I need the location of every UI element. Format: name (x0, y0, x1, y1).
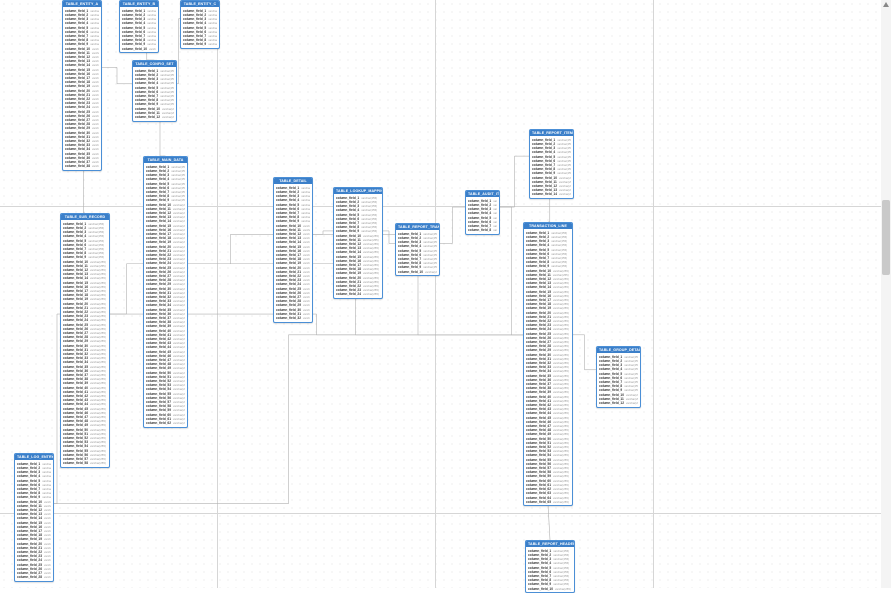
column-name: column_field_58 (63, 461, 88, 465)
scroll-up-icon[interactable] (883, 2, 889, 7)
entity-column: column_field_10varchar(255) (122, 47, 156, 51)
column-type: varchar(255) (303, 316, 310, 320)
scrollbar-thumb[interactable] (882, 200, 890, 275)
entity-column: column_field_32varchar(255) (276, 316, 310, 320)
column-type: varchar(255) (90, 461, 106, 465)
entity-column: column_field_65varchar(255) (526, 500, 570, 504)
entity-e14[interactable]: TABLE_GROUP_DETAILcolumn_field_1varchar(… (596, 346, 641, 408)
entity-column: column_field_28varchar(255) (17, 575, 51, 579)
column-type: varchar(255) (363, 292, 379, 296)
entity-columns: column_field_1varchar(255)column_field_2… (144, 163, 187, 427)
column-type: varchar(255) (626, 401, 638, 405)
column-name: column_field_10 (122, 47, 147, 51)
entity-column: column_field_9varchar(255) (183, 42, 217, 46)
column-type: varchar(255) (555, 587, 571, 591)
column-name: column_field_8 (468, 228, 491, 232)
column-type: varchar(255) (149, 47, 156, 51)
entity-e10[interactable]: TABLE_REPORT_TRANS_MAPcolumn_field_1varc… (395, 223, 440, 276)
guide-horizontal (0, 206, 891, 207)
column-type: varchar(255) (173, 421, 185, 425)
entity-columns: column_field_1varchar(255)column_field_2… (133, 67, 176, 120)
entity-columns: column_field_1varchar(255)column_field_2… (63, 7, 101, 170)
entity-columns: column_field_1varchar(255)column_field_2… (334, 194, 382, 298)
guide-vertical (653, 0, 654, 588)
column-type: varchar(255) (208, 42, 217, 46)
entity-e11[interactable]: TABLE_AUDIT_ITEMcolumn_field_1varchar(25… (465, 190, 500, 235)
column-name: column_field_65 (526, 500, 551, 504)
column-type: varchar(255) (493, 228, 497, 232)
column-name: column_field_12 (599, 401, 624, 405)
entity-e5[interactable]: TABLE_MAIN_DATAcolumn_field_1varchar(255… (143, 156, 188, 428)
vertical-scrollbar[interactable] (881, 0, 891, 588)
entity-columns: column_field_1varchar(255)column_field_2… (61, 220, 109, 467)
entity-columns: column_field_1varchar(255)column_field_2… (274, 184, 312, 322)
entity-e9[interactable]: TABLE_LOOKUP_MAPPINGcolumn_field_1varcha… (333, 187, 383, 299)
column-type: varchar(255) (553, 500, 569, 504)
entity-column: column_field_62varchar(255) (146, 421, 185, 425)
column-type: varchar(255) (425, 270, 437, 274)
entity-e15[interactable]: TABLE_REPORT_HEADERcolumn_field_1varchar… (525, 540, 575, 593)
column-name: column_field_38 (65, 164, 90, 168)
entity-columns: column_field_1varchar(255)column_field_2… (466, 197, 499, 234)
column-name: column_field_62 (146, 421, 171, 425)
entity-e13[interactable]: TRANSACTION_LINEcolumn_field_1varchar(25… (523, 222, 573, 506)
entity-e2[interactable]: TABLE_ENTITY_Bcolumn_field_1varchar(255)… (119, 0, 159, 53)
entity-e7[interactable]: TABLE_LOG_ENTRYcolumn_field_1varchar(255… (14, 453, 54, 582)
column-type: varchar(255) (162, 115, 174, 119)
entity-column: column_field_8varchar(255) (468, 228, 497, 232)
column-name: column_field_32 (276, 316, 301, 320)
entity-e3[interactable]: TABLE_ENTITY_Ccolumn_field_1varchar(255)… (180, 0, 220, 49)
entity-columns: column_field_1varchar(255)column_field_2… (120, 7, 158, 52)
entity-columns: column_field_1varchar(255)column_field_2… (530, 136, 573, 198)
column-name: column_field_14 (532, 192, 557, 196)
entity-e1[interactable]: TABLE_ENTITY_Acolumn_field_1varchar(255)… (62, 0, 102, 171)
entity-column: column_field_24varchar(255) (336, 292, 380, 296)
entity-column: column_field_58varchar(255) (63, 461, 107, 465)
entity-columns: column_field_1varchar(255)column_field_2… (15, 460, 53, 581)
entity-columns: column_field_1varchar(255)column_field_2… (526, 547, 574, 592)
guide-vertical (217, 0, 218, 588)
guide-horizontal (0, 513, 891, 514)
guide-vertical (435, 0, 436, 588)
entity-column: column_field_12varchar(255) (599, 401, 638, 405)
entity-e6[interactable]: TABLE_SUB_RECORDcolumn_field_1varchar(25… (60, 213, 110, 468)
entity-columns: column_field_1varchar(255)column_field_2… (181, 7, 219, 48)
column-name: column_field_10 (528, 587, 553, 591)
entity-columns: column_field_1varchar(255)column_field_2… (597, 353, 640, 406)
column-name: column_field_24 (336, 292, 361, 296)
column-name: column_field_12 (135, 115, 160, 119)
entity-column: column_field_12varchar(255) (135, 115, 174, 119)
entity-columns: column_field_1varchar(255)column_field_2… (524, 229, 572, 505)
entity-column: column_field_38varchar(255) (65, 164, 99, 168)
column-name: column_field_9 (183, 42, 206, 46)
entity-e8[interactable]: TABLE_DETAILcolumn_field_1varchar(255)co… (273, 177, 313, 323)
entity-column: column_field_14varchar(255) (532, 192, 571, 196)
entity-e12[interactable]: TABLE_REPORT_ITEMcolumn_field_1varchar(2… (529, 129, 574, 199)
entity-e4[interactable]: TABLE_CONFIG_SETcolumn_field_1varchar(25… (132, 60, 177, 122)
column-name: column_field_10 (398, 270, 423, 274)
entity-columns: column_field_1varchar(255)column_field_2… (396, 230, 439, 275)
column-type: varchar(255) (44, 575, 51, 579)
column-type: varchar(255) (559, 192, 571, 196)
column-name: column_field_28 (17, 575, 42, 579)
column-type: varchar(255) (92, 164, 99, 168)
entity-column: column_field_10varchar(255) (528, 587, 572, 591)
entity-column: column_field_10varchar(255) (398, 270, 437, 274)
